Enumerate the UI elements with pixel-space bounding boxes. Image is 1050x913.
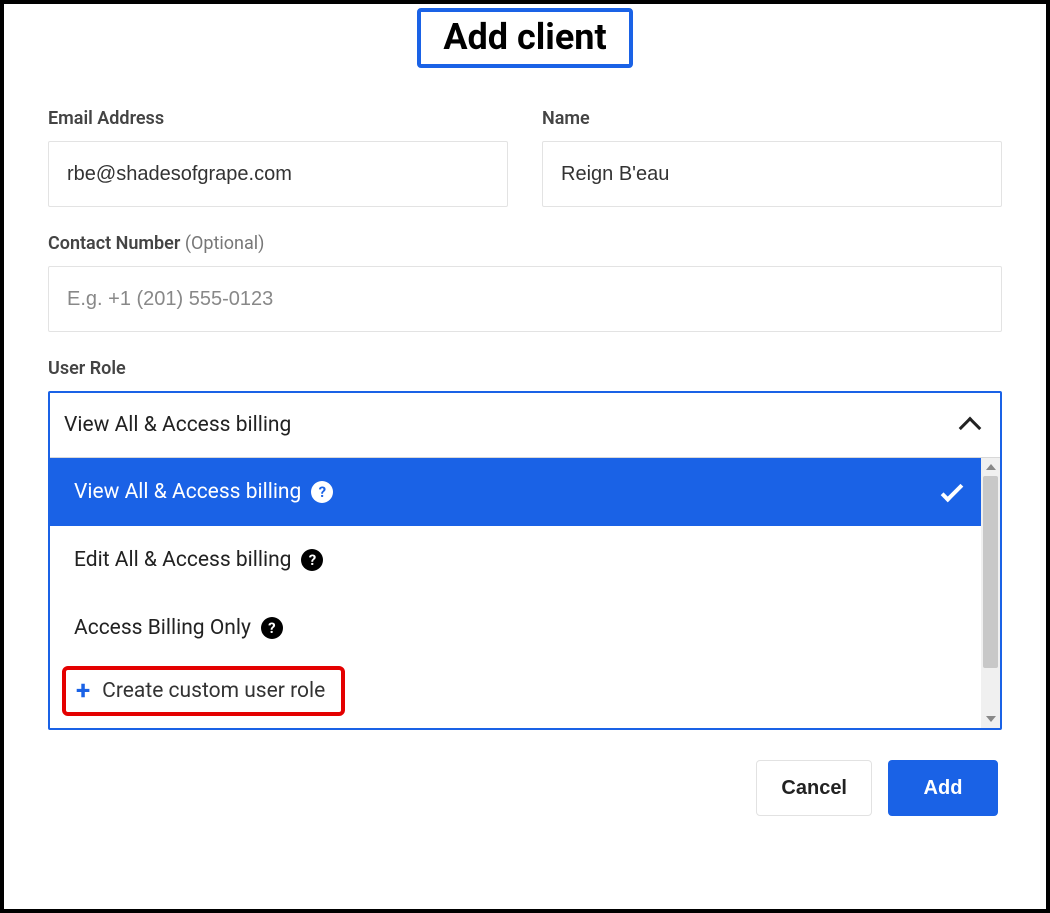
triangle-down-icon (986, 716, 996, 722)
role-option-billing-only[interactable]: Access Billing Only ? (50, 594, 981, 662)
role-select-value: View All & Access billing (64, 413, 291, 437)
role-select-head[interactable]: View All & Access billing (50, 393, 1000, 457)
contact-input[interactable] (48, 266, 1002, 332)
cancel-button[interactable]: Cancel (756, 760, 872, 816)
help-icon[interactable]: ? (301, 549, 323, 571)
chevron-up-icon (959, 417, 982, 440)
dropdown-scrollbar[interactable] (981, 458, 1000, 728)
name-label: Name (542, 108, 1002, 129)
scroll-track[interactable] (981, 476, 1000, 710)
scroll-down-button[interactable] (981, 710, 1000, 728)
role-option-label: Access Billing Only (74, 616, 251, 640)
scroll-up-button[interactable] (981, 458, 1000, 476)
triangle-up-icon (986, 464, 996, 470)
role-label: User Role (48, 358, 1002, 379)
role-option-label: Edit All & Access billing (74, 548, 291, 572)
help-icon[interactable]: ? (261, 617, 283, 639)
add-button[interactable]: Add (888, 760, 998, 816)
email-label: Email Address (48, 108, 508, 129)
help-icon[interactable]: ? (311, 481, 333, 503)
role-option-view-all[interactable]: View All & Access billing ? (50, 458, 981, 526)
dialog-title: Add client (417, 8, 632, 68)
contact-label: Contact Number (Optional) (48, 233, 1002, 254)
role-option-edit-all[interactable]: Edit All & Access billing ? (50, 526, 981, 594)
contact-label-text: Contact Number (48, 233, 180, 254)
contact-optional: (Optional) (185, 233, 265, 254)
create-custom-role-label: Create custom user role (102, 679, 325, 703)
plus-icon: + (76, 678, 90, 704)
create-custom-role-button[interactable]: + Create custom user role (62, 666, 345, 716)
scroll-thumb[interactable] (983, 476, 998, 668)
email-input[interactable] (48, 141, 508, 207)
name-input[interactable] (542, 141, 1002, 207)
role-select[interactable]: View All & Access billing View All & Acc… (48, 391, 1002, 730)
role-option-label: View All & Access billing (74, 480, 301, 504)
check-icon (941, 480, 964, 503)
